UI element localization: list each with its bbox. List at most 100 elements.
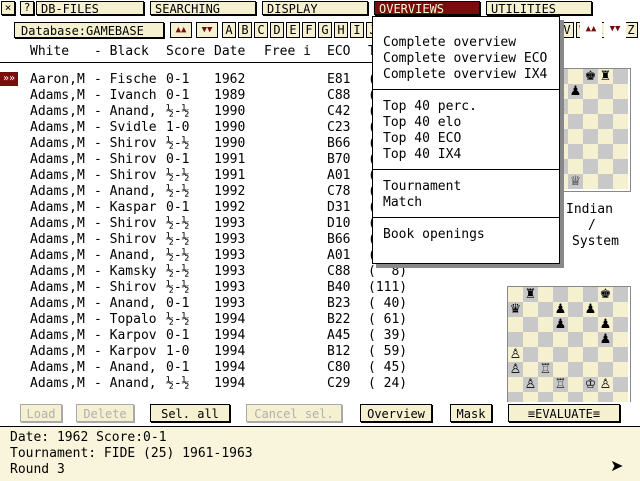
chess-piece-icon[interactable]: ♟ (553, 317, 568, 332)
board-square[interactable] (538, 377, 553, 392)
board-square[interactable] (523, 302, 538, 317)
chess-piece-icon[interactable]: ♟ (598, 317, 613, 332)
board-down-button[interactable]: ▼▼ (604, 22, 626, 38)
header-white[interactable]: White (30, 44, 69, 59)
letter-button-z[interactable]: Z (624, 22, 638, 38)
board-square[interactable] (598, 84, 613, 99)
letter-button-e[interactable]: E (286, 22, 300, 38)
chess-piece-icon[interactable]: ♟ (598, 332, 613, 347)
letter-button-a[interactable]: A (222, 22, 236, 38)
board-up-button[interactable]: ▲▲ (580, 22, 602, 38)
board-square[interactable] (613, 347, 628, 362)
select-all-button[interactable]: Sel. all (150, 404, 230, 422)
board-square[interactable] (583, 347, 598, 362)
scroll-down-button[interactable]: ▼▼ (196, 22, 218, 38)
scroll-up-button[interactable]: ▲▲ (170, 22, 192, 38)
menu-item-complete-overview-ix4[interactable]: Complete overview IX4 (383, 67, 547, 82)
board-square[interactable] (538, 332, 553, 347)
board-square[interactable] (613, 332, 628, 347)
header-eco[interactable]: ECO (327, 44, 350, 59)
board-square[interactable] (598, 302, 613, 317)
menu-overviews[interactable]: OVERVIEWS (374, 1, 480, 16)
menu-item-top40-eco[interactable]: Top 40 ECO (383, 131, 461, 146)
board-square[interactable] (568, 332, 583, 347)
board-square[interactable] (598, 174, 613, 189)
board-square[interactable] (598, 144, 613, 159)
menu-item-complete-overview-eco[interactable]: Complete overview ECO (383, 51, 547, 66)
board-square[interactable] (583, 144, 598, 159)
chess-piece-icon[interactable]: ♜ (523, 287, 538, 302)
board-square[interactable] (613, 69, 628, 84)
board-square[interactable] (613, 287, 628, 302)
chess-piece-icon[interactable]: ♙ (508, 362, 523, 377)
evaluate-button[interactable]: ≡EVALUATE≡ (508, 404, 620, 422)
board-square[interactable] (568, 287, 583, 302)
close-icon[interactable]: × (1, 1, 15, 15)
header-date[interactable]: Date (214, 44, 245, 59)
menu-item-book-openings[interactable]: Book openings (383, 227, 485, 242)
board-square[interactable] (508, 317, 523, 332)
letter-button-g[interactable]: G (318, 22, 332, 38)
mask-button[interactable]: Mask (450, 404, 492, 422)
board-square[interactable] (568, 362, 583, 377)
board-square[interactable] (568, 302, 583, 317)
help-icon[interactable]: ? (20, 1, 34, 15)
menu-item-tournament[interactable]: Tournament (383, 179, 461, 194)
cancel-selection-button[interactable]: Cancel sel. (246, 404, 342, 422)
chess-piece-icon[interactable]: ♙ (523, 377, 538, 392)
board-square[interactable] (568, 144, 583, 159)
board-square[interactable] (538, 302, 553, 317)
menu-item-top40-ix4[interactable]: Top 40 IX4 (383, 147, 461, 162)
letter-button-v[interactable]: V (560, 22, 574, 38)
board-square[interactable] (523, 317, 538, 332)
chess-piece-icon[interactable]: ♜ (598, 69, 613, 84)
menu-item-complete-overview[interactable]: Complete overview (383, 35, 516, 50)
chess-board-bottom[interactable]: ♜ ♚ ♛ ♟ ♟ ♟ ♟ ♟ ♙ ♙ ♖ ♙ ♖ ♔ ♙ (507, 286, 631, 410)
board-square[interactable] (568, 69, 583, 84)
board-square[interactable] (613, 84, 628, 99)
header-black[interactable]: - Black (94, 44, 149, 59)
board-square[interactable] (553, 332, 568, 347)
board-square[interactable] (538, 347, 553, 362)
board-square[interactable] (598, 347, 613, 362)
chess-piece-icon[interactable]: ♙ (508, 347, 523, 362)
board-square[interactable] (568, 129, 583, 144)
board-square[interactable] (613, 362, 628, 377)
board-square[interactable] (598, 114, 613, 129)
overview-button[interactable]: Overview (360, 404, 432, 422)
database-button[interactable]: Database:GAMEBASE (14, 22, 164, 38)
board-square[interactable] (598, 362, 613, 377)
chess-piece-icon[interactable]: ♚ (583, 69, 598, 84)
board-square[interactable] (598, 99, 613, 114)
board-square[interactable] (613, 99, 628, 114)
board-square[interactable] (553, 347, 568, 362)
board-square[interactable] (583, 99, 598, 114)
board-square[interactable] (538, 287, 553, 302)
board-square[interactable] (583, 129, 598, 144)
board-square[interactable] (613, 129, 628, 144)
board-square[interactable] (523, 347, 538, 362)
board-square[interactable] (583, 317, 598, 332)
board-square[interactable] (598, 159, 613, 174)
menu-searching[interactable]: SEARCHING (150, 1, 256, 16)
board-square[interactable] (568, 317, 583, 332)
letter-button-i[interactable]: I (350, 22, 364, 38)
board-square[interactable] (523, 362, 538, 377)
board-square[interactable] (613, 302, 628, 317)
load-button[interactable]: Load (20, 404, 62, 422)
board-square[interactable] (583, 84, 598, 99)
board-square[interactable] (538, 317, 553, 332)
delete-button[interactable]: Delete (76, 404, 134, 422)
chess-piece-icon[interactable]: ♛ (508, 302, 523, 317)
board-square[interactable] (613, 159, 628, 174)
board-square[interactable] (583, 114, 598, 129)
board-square[interactable] (508, 377, 523, 392)
board-square[interactable] (568, 159, 583, 174)
board-square[interactable] (583, 332, 598, 347)
board-square[interactable] (598, 129, 613, 144)
chess-piece-icon[interactable]: ♟ (553, 302, 568, 317)
board-square[interactable] (583, 362, 598, 377)
letter-button-h[interactable]: H (334, 22, 348, 38)
chess-piece-icon[interactable]: ♔ (583, 377, 598, 392)
board-square[interactable] (583, 287, 598, 302)
